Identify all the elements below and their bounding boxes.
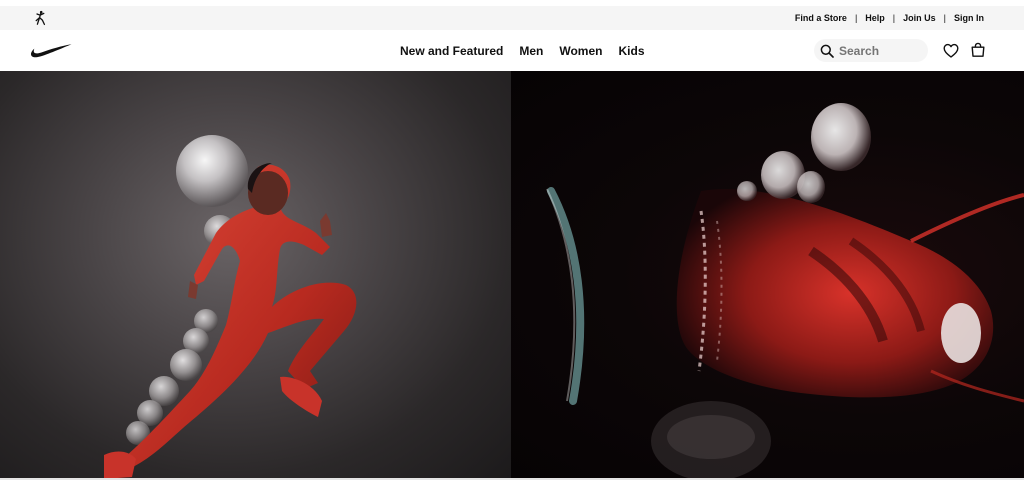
sign-in-link[interactable]: Sign In (954, 13, 984, 23)
bag-icon[interactable] (970, 42, 986, 58)
hero-banner[interactable] (0, 71, 1024, 480)
join-us-link[interactable]: Join Us (903, 13, 936, 23)
utility-links: Find a Store | Help | Join Us | Sign In (795, 6, 984, 30)
nav-kids[interactable]: Kids (618, 44, 644, 58)
search-icon[interactable] (820, 44, 834, 58)
nav-women[interactable]: Women (559, 44, 602, 58)
search-input[interactable] (839, 43, 919, 58)
hero-image-shoe-closeup[interactable] (511, 71, 1024, 480)
utility-bar: Find a Store | Help | Join Us | Sign In (0, 6, 1024, 30)
heart-icon[interactable] (943, 43, 959, 59)
find-a-store-link[interactable]: Find a Store (795, 13, 847, 23)
nike-swoosh-icon[interactable] (30, 41, 72, 59)
separator: | (854, 13, 858, 23)
jordan-jumpman-icon[interactable] (32, 10, 48, 26)
main-nav: New and Featured Men Women Kids (0, 30, 1024, 71)
hero-image-athlete[interactable] (0, 71, 511, 480)
help-link[interactable]: Help (865, 13, 885, 23)
nav-men[interactable]: Men (519, 44, 543, 58)
primary-nav: New and Featured Men Women Kids (400, 30, 645, 71)
search-box[interactable] (814, 39, 928, 62)
separator: | (892, 13, 896, 23)
separator: | (943, 13, 946, 23)
nav-new-and-featured[interactable]: New and Featured (400, 44, 503, 58)
